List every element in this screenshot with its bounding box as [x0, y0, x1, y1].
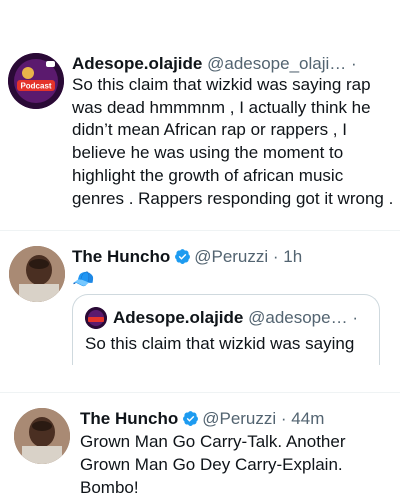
display-name[interactable]: The Huncho: [72, 247, 170, 266]
separator-dot: ·: [351, 54, 357, 73]
verified-badge-icon: [175, 249, 191, 264]
svg-text:Podcast: Podcast: [20, 82, 51, 91]
tweet-huncho-2[interactable]: The Huncho @Peruzzi · 44m Grown Man Go Ca…: [0, 398, 400, 500]
divider: [0, 392, 400, 393]
profile-photo-icon: [9, 246, 65, 302]
tweet-adesope[interactable]: Podcast Adesope.olajide @adesope_olaji… …: [0, 0, 400, 235]
quoted-avatar: [85, 307, 107, 329]
user-handle[interactable]: @adesope_olaji…: [207, 54, 346, 73]
tweet-text: So this claim that wizkid was saying rap…: [72, 75, 394, 208]
tweet-emoji: 🧢: [72, 269, 95, 289]
huncho-avatar[interactable]: [9, 246, 65, 302]
tweet-huncho-1[interactable]: The Huncho @Peruzzi · 1h 🧢 Adesope.olajid…: [0, 236, 400, 365]
huncho-avatar[interactable]: [14, 408, 70, 464]
podcast-avatar[interactable]: Podcast: [8, 53, 64, 109]
podcast-logo-icon: Podcast: [8, 53, 64, 109]
user-handle[interactable]: @Peruzzi: [194, 247, 268, 266]
divider: [0, 230, 400, 231]
profile-photo-icon: [14, 408, 70, 464]
podcast-logo-icon: [85, 307, 107, 329]
quoted-text: So this claim that wizkid was saying: [85, 334, 355, 353]
display-name[interactable]: Adesope.olajide: [72, 54, 202, 73]
tweet3-header: The Huncho @Peruzzi · 44m: [80, 408, 324, 430]
user-handle[interactable]: @Peruzzi: [202, 409, 276, 428]
quoted-handle: @adesope…: [248, 308, 348, 327]
quoted-tweet[interactable]: Adesope.olajide @adesope… · So this clai…: [72, 294, 380, 365]
display-name[interactable]: The Huncho: [80, 409, 178, 428]
tweet1-header: Adesope.olajide @adesope_olaji… ·: [72, 53, 357, 75]
separator-dot: ·: [352, 308, 359, 327]
tweet2-header: The Huncho @Peruzzi · 1h: [72, 246, 302, 268]
timestamp[interactable]: · 44m: [281, 409, 324, 428]
quoted-display-name: Adesope.olajide: [113, 308, 244, 327]
quoted-header: Adesope.olajide @adesope… ·: [113, 307, 358, 329]
timestamp[interactable]: · 1h: [273, 247, 302, 266]
verified-badge-icon: [183, 411, 199, 426]
tweet-text: Grown Man Go Carry-Talk. Another Grown M…: [80, 432, 346, 497]
